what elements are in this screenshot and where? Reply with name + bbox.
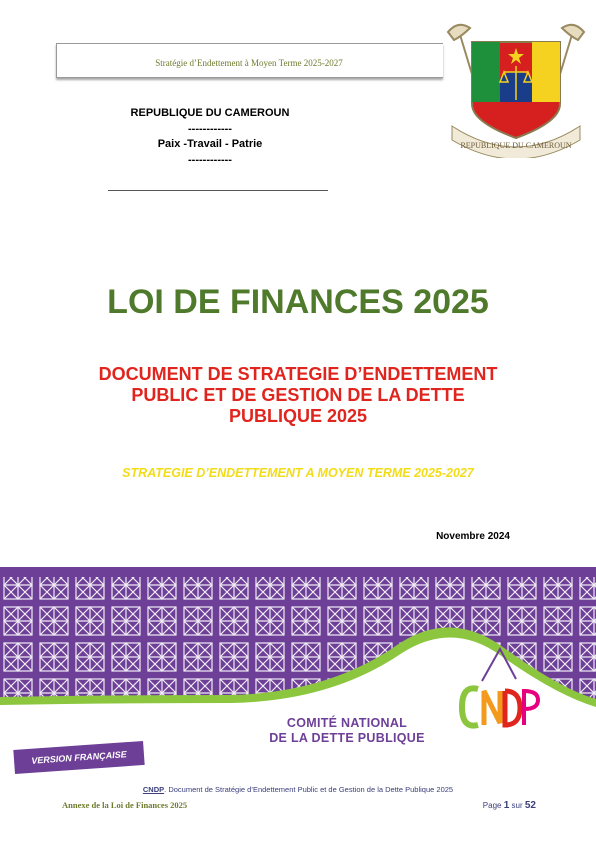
current-page: 1: [503, 800, 510, 811]
footer-cndp: CNDP: [142, 785, 165, 794]
organization-name: COMITÉ NATIONAL DE LA DETTE PUBLIQUE: [262, 716, 432, 746]
footer-doc-text: . Document de Stratégie d’Endettement Pu…: [164, 785, 454, 794]
running-header: Stratégie d’Endettement à Moyen Terme 20…: [155, 58, 343, 68]
org-line: COMITÉ NATIONAL: [286, 716, 408, 730]
page-word: Page: [482, 801, 502, 810]
republic-block: REPUBLIQUE DU CAMEROUN ------------ Paix…: [100, 106, 320, 168]
page-number: Page 1 sur 52: [440, 800, 536, 811]
separator-dashes: ------------: [188, 122, 232, 135]
national-motto: Paix -Travail - Patrie: [157, 138, 263, 150]
publication-date: Novembre 2024: [436, 531, 510, 542]
coat-of-arms-emblem: REPUBLIQUE DU CAMEROUN: [446, 23, 586, 158]
of-word: sur: [511, 801, 523, 810]
footer-document-line: CNDP. Document de Stratégie d’Endettemen…: [0, 785, 596, 794]
org-line: DE LA DETTE PUBLIQUE: [269, 731, 425, 745]
subtitle-line: PUBLIC ET DE GESTION DE LA DETTE: [131, 385, 465, 405]
divider-line: [108, 190, 328, 191]
total-pages: 52: [524, 800, 536, 811]
strategy-heading: STRATEGIE D’ENDETTEMENT A MOYEN TERME 20…: [122, 466, 474, 480]
footer-annex: Annexe de la Loi de Finances 2025: [62, 800, 188, 810]
document-title: LOI DE FINANCES 2025: [107, 283, 489, 321]
separator-dashes: ------------: [188, 153, 232, 166]
document-subtitle: DOCUMENT DE STRATEGIE D’ENDETTEMENT PUBL…: [40, 364, 556, 427]
emblem-motto: REPUBLIQUE DU CAMEROUN: [460, 141, 571, 150]
subtitle-line: DOCUMENT DE STRATEGIE D’ENDETTEMENT: [98, 364, 498, 384]
republic-name: REPUBLIQUE DU CAMEROUN: [130, 107, 290, 119]
subtitle-line: PUBLIQUE 2025: [228, 406, 368, 426]
